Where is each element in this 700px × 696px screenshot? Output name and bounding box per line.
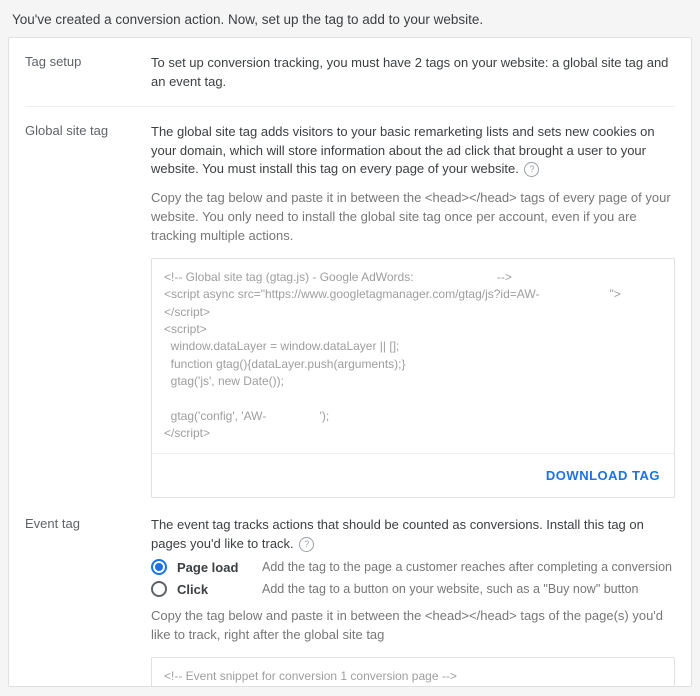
- event-tag-label: Event tag: [25, 516, 135, 531]
- help-icon[interactable]: ?: [299, 537, 314, 552]
- global-tag-desc: Copy the tag below and paste it in betwe…: [151, 189, 675, 246]
- radio-page-load[interactable]: Page load Add the tag to the page a cust…: [151, 559, 675, 575]
- global-tag-lead-text: The global site tag adds visitors to you…: [151, 124, 655, 177]
- global-tag-code-box: <!-- Global site tag (gtag.js) - Google …: [151, 258, 675, 498]
- radio-click[interactable]: Click Add the tag to a button on your we…: [151, 581, 675, 597]
- radio-click-label: Click: [177, 582, 252, 597]
- event-tag-code-box: <!-- Event snippet for conversion 1 conv…: [151, 657, 675, 687]
- radio-page-load-label: Page load: [177, 560, 252, 575]
- global-tag-code[interactable]: <!-- Global site tag (gtag.js) - Google …: [152, 259, 674, 453]
- radio-page-load-desc: Add the tag to the page a customer reach…: [262, 560, 675, 574]
- event-tag-lead-text: The event tag tracks actions that should…: [151, 517, 644, 551]
- setup-card: Tag setup To set up conversion tracking,…: [8, 37, 692, 687]
- intro-text: You've created a conversion action. Now,…: [8, 8, 692, 37]
- event-tag-code[interactable]: <!-- Event snippet for conversion 1 conv…: [152, 658, 674, 687]
- event-tag-desc2: Copy the tag below and paste it in betwe…: [151, 607, 675, 645]
- event-tag-lead: The event tag tracks actions that should…: [151, 516, 675, 554]
- tag-setup-lead: To set up conversion tracking, you must …: [151, 54, 675, 92]
- radio-button-icon: [151, 581, 167, 597]
- download-tag-button[interactable]: DOWNLOAD TAG: [544, 464, 662, 487]
- section-global-site-tag: Global site tag The global site tag adds…: [25, 123, 675, 498]
- divider: [25, 106, 675, 107]
- page-root: You've created a conversion action. Now,…: [0, 0, 700, 696]
- global-tag-label: Global site tag: [25, 123, 135, 138]
- radio-button-icon: [151, 559, 167, 575]
- tag-setup-label: Tag setup: [25, 54, 135, 69]
- section-tag-setup: Tag setup To set up conversion tracking,…: [25, 54, 675, 92]
- section-event-tag: Event tag The event tag tracks actions t…: [25, 516, 675, 687]
- global-tag-lead: The global site tag adds visitors to you…: [151, 123, 675, 180]
- radio-click-desc: Add the tag to a button on your website,…: [262, 582, 675, 596]
- help-icon[interactable]: ?: [524, 162, 539, 177]
